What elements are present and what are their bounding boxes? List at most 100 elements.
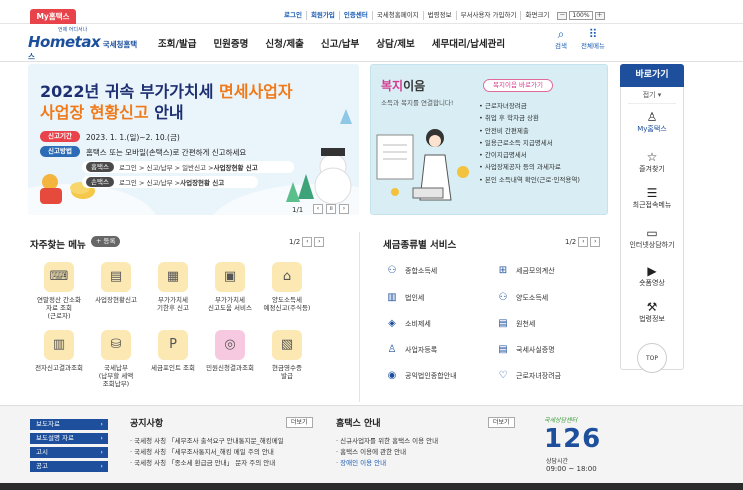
- nav-consultation[interactable]: 상담/제보: [376, 36, 414, 50]
- law-info-link[interactable]: 법령정보: [422, 11, 456, 20]
- quick-menu-prev-button[interactable]: ‹: [302, 237, 313, 247]
- welfare-banner[interactable]: 복지이음 소득과 복지를 연결합니다! 복지이음 바로가기 근로자녀장려금 취업…: [370, 64, 608, 215]
- welfare-item[interactable]: 간이지급명세서: [479, 149, 580, 161]
- scroll-top-button[interactable]: TOP: [637, 343, 667, 373]
- vat-help-icon: ▣: [215, 262, 245, 292]
- sidebar-item-favorites[interactable]: ☆ 즐겨찾기: [620, 150, 684, 174]
- my-hometax-tab[interactable]: My홈택스: [30, 9, 76, 24]
- hometax-info-item[interactable]: 신규사업자를 위한 홈택스 이용 안내: [336, 436, 438, 447]
- notice-item[interactable]: 국세청 사칭 「세무조사 출석요구 안내통지문_해킹메일: [130, 436, 284, 447]
- notice-more-button[interactable]: 더보기: [286, 417, 313, 428]
- nav-filing-payment[interactable]: 신고/납부: [321, 36, 359, 50]
- quick-menu-item[interactable]: ▥ 전자신고결과조회: [32, 330, 86, 372]
- tax-services-next-button[interactable]: ›: [590, 237, 601, 247]
- banner-pause-button[interactable]: ॥: [326, 204, 336, 214]
- vat-report-banner[interactable]: 2022년 귀속 부가가치세 면세사업자 사업장 현황신고 안내 신고기간 20…: [28, 64, 359, 215]
- tax-service-item[interactable]: ▥ 법인세: [385, 292, 424, 303]
- tax-service-label: 종합소득세: [405, 266, 438, 275]
- tax-service-item[interactable]: ◉ 공익법인종합안내: [385, 370, 457, 381]
- quick-menu-add-button[interactable]: + 등록: [91, 236, 121, 247]
- quick-menu-item[interactable]: ▤ 사업장현황신고: [89, 262, 143, 304]
- sontax-path-tag: 손택스: [86, 177, 114, 187]
- notice-item[interactable]: 국세청 사칭 「세무조사통지서_해킹 메일 주의 안내: [130, 447, 284, 458]
- chevron-right-icon: ›: [100, 434, 103, 442]
- comprehensive-tax-icon: ⚇: [387, 265, 397, 276]
- zoom-value: 100%: [569, 11, 593, 20]
- nav-tax-agent[interactable]: 세무대리/납세관리: [432, 36, 505, 50]
- welfare-item[interactable]: 근로자녀장려금: [479, 100, 580, 112]
- quick-menu-item[interactable]: ◎ 민원신청결과조회: [203, 330, 257, 372]
- auth-center-link[interactable]: 인증센터: [338, 11, 372, 20]
- login-link[interactable]: 로그인: [280, 11, 306, 20]
- welfare-item[interactable]: 취업 후 학자금 상환: [479, 112, 580, 124]
- sidebar-item-law[interactable]: ⚒ 법령정보: [620, 300, 684, 324]
- sidebar-item-recent[interactable]: ☰ 최근접속메뉴: [620, 186, 684, 210]
- signup-link[interactable]: 회원가입: [305, 11, 339, 20]
- quick-menu-pager: 1/2 ‹ ›: [289, 237, 325, 247]
- monitor-icon: ▭: [646, 226, 658, 240]
- welfare-title-b: 이음: [403, 79, 426, 93]
- nts-homepage-link[interactable]: 국세청홈페이지: [371, 11, 423, 20]
- nav-application[interactable]: 신청/제출: [265, 36, 303, 50]
- press-explanation-button[interactable]: 보도설명 자료 ›: [30, 433, 108, 444]
- tax-service-label: 법인세: [405, 293, 425, 302]
- sidebar-item-my-hometax[interactable]: ♙ My홈택스: [620, 110, 684, 134]
- tax-service-item[interactable]: ◈ 소비제세: [385, 318, 431, 329]
- quick-menu-next-button[interactable]: ›: [314, 237, 325, 247]
- tax-service-item[interactable]: ▤ 원천세: [496, 318, 535, 329]
- dept-user-signup-link[interactable]: 부서사용자 가입하기: [455, 11, 521, 20]
- welfare-item[interactable]: 사업장제공자 등의 과세자료: [479, 161, 580, 173]
- announcement-button[interactable]: 공고 ›: [30, 461, 108, 472]
- sidebar-item-online-consult[interactable]: ▭ 인터넷상담하기: [620, 226, 684, 250]
- hometax-info-item[interactable]: 장애인 이용 안내: [336, 458, 438, 469]
- notice-gosi-button[interactable]: 고시 ›: [30, 447, 108, 458]
- welfare-item[interactable]: 일용근로소득 지급명세서: [479, 137, 580, 149]
- tax-service-item[interactable]: ♡ 근로자녀장려금: [496, 370, 562, 381]
- banner-prev-button[interactable]: ‹: [313, 204, 323, 214]
- consumption-tax-icon: ◈: [388, 318, 396, 329]
- press-release-button[interactable]: 보도자료 ›: [30, 419, 108, 430]
- tax-service-item[interactable]: ⚇ 종합소득세: [385, 265, 438, 276]
- zoom-out-button[interactable]: －: [557, 11, 568, 20]
- calculator-icon: ⌨: [44, 262, 74, 292]
- search-button[interactable]: ⌕ 검색: [546, 28, 576, 50]
- tax-services-title: 세금종류별 서비스: [383, 240, 457, 251]
- quick-menu-item[interactable]: ⛁ 국세납부 (납부할 세액 조회납부): [89, 330, 143, 388]
- tax-service-item[interactable]: ♙ 사업자등록: [385, 344, 438, 355]
- hometax-info-more-button[interactable]: 더보기: [488, 417, 515, 428]
- welfare-item[interactable]: 안전비 간편제출: [479, 125, 580, 137]
- period-label: 신고기간: [40, 131, 80, 142]
- welfare-item[interactable]: 본인 소득내역 확인(근로·인적용역): [479, 174, 580, 186]
- hometax-info-item[interactable]: 홈택스 이용에 관한 안내: [336, 447, 438, 458]
- quick-menu-item[interactable]: ▧ 현금영수증 발급: [260, 330, 314, 380]
- welfare-items: 근로자녀장려금 취업 후 학자금 상환 안전비 간편제출 일용근로소득 지급명세…: [479, 100, 580, 186]
- welfare-shortcut-button[interactable]: 복지이음 바로가기: [483, 79, 553, 92]
- quick-menu-item[interactable]: P 세금포인트 조회: [146, 330, 200, 372]
- quick-menu-item[interactable]: ▣ 부가가치세 신고도움 서비스: [203, 262, 257, 312]
- quick-menu-item[interactable]: ⌨ 연말정산 간소화 자료 조회 (근로자): [32, 262, 86, 320]
- headset-icon: ◎: [215, 330, 245, 360]
- all-menu-button[interactable]: ⠿ 전체메뉴: [578, 28, 608, 50]
- tax-services-prev-button[interactable]: ‹: [578, 237, 589, 247]
- welfare-subtitle: 소득과 복지를 연결합니다!: [381, 99, 454, 107]
- banner-next-button[interactable]: ›: [339, 204, 349, 214]
- zoom-in-button[interactable]: ＋: [594, 11, 605, 20]
- tax-service-item[interactable]: ⚇ 양도소득세: [496, 292, 549, 303]
- tax-service-item[interactable]: ▤ 국세사실증명: [496, 344, 555, 355]
- welfare-item-label: 본인 소득내역 확인(근로·인적용역): [484, 175, 580, 184]
- method-label: 신고방법: [40, 146, 80, 157]
- tax-service-label: 국세사실증명: [516, 345, 555, 354]
- public-interest-icon: ◉: [387, 370, 397, 381]
- hometax-logo[interactable]: 언제 어디서나 Hometax 국세청홈택스: [28, 28, 143, 62]
- quick-menu-item[interactable]: ⌂ 양도소득세 예정신고(주식등): [260, 262, 314, 312]
- banner-title-highlight: 사업장 현황신고: [40, 103, 149, 122]
- nav-civil-certificate[interactable]: 민원증명: [213, 36, 248, 50]
- tax-service-item[interactable]: ⊞ 세금모의계산: [496, 265, 555, 276]
- utility-links: 로그인 회원가입 인증센터 국세청홈페이지 법령정보 부서사용자 가입하기 화면…: [280, 11, 605, 20]
- quick-menu-item[interactable]: ▦ 부가가치세 기한후 신고: [146, 262, 200, 312]
- nav-inquiry-issue[interactable]: 조회/발급: [158, 36, 196, 50]
- sidebar-fold-button[interactable]: 접기 ▾: [620, 90, 684, 100]
- sidebar-item-shortform[interactable]: ▶ 숏폼영상: [620, 264, 684, 288]
- notice-item[interactable]: 국세청 사칭 「종소세 환급금 안내」 문자 주의 안내: [130, 458, 284, 469]
- tax-payment-icon: ⛁: [101, 330, 131, 360]
